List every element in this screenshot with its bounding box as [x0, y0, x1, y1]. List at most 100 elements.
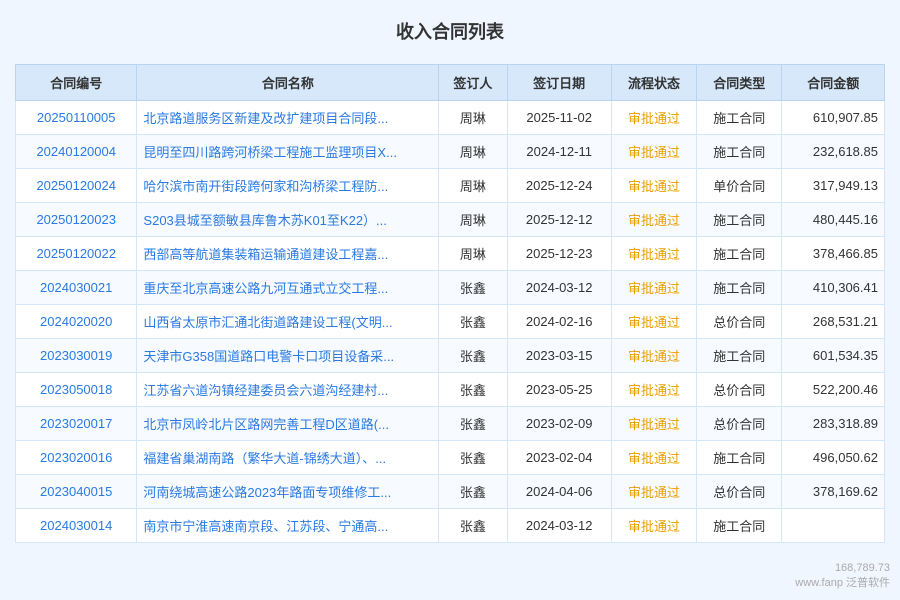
date-cell: 2024-12-11	[507, 135, 611, 169]
contract-id-cell[interactable]: 2023040015	[16, 475, 137, 509]
type-cell: 施工合同	[697, 271, 782, 305]
status-badge: 审批通过	[628, 281, 680, 296]
status-badge: 审批通过	[628, 315, 680, 330]
contract-id-cell[interactable]: 20250120023	[16, 203, 137, 237]
table-row: 20250120023S203县城至额敏县库鲁木苏K01至K22）...周琳20…	[16, 203, 885, 237]
amount-cell: 378,169.62	[782, 475, 885, 509]
contract-name-cell[interactable]: 北京市凤岭北片区路网完善工程D区道路(...	[137, 407, 439, 441]
status-cell: 审批通过	[611, 475, 696, 509]
amount-cell: 283,318.89	[782, 407, 885, 441]
contract-name-cell[interactable]: 哈尔滨市南开街段跨何家和沟桥梁工程防...	[137, 169, 439, 203]
contract-id-cell[interactable]: 2023020017	[16, 407, 137, 441]
signer-cell: 周琳	[439, 169, 507, 203]
status-badge: 审批通过	[628, 145, 680, 160]
amount-cell: 522,200.46	[782, 373, 885, 407]
date-cell: 2024-03-12	[507, 509, 611, 543]
amount-cell	[782, 509, 885, 543]
contract-name-cell[interactable]: 北京路道服务区新建及改扩建项目合同段...	[137, 101, 439, 135]
contract-id-cell[interactable]: 20250120024	[16, 169, 137, 203]
contract-id-cell[interactable]: 2023030019	[16, 339, 137, 373]
signer-cell: 周琳	[439, 203, 507, 237]
date-cell: 2023-03-15	[507, 339, 611, 373]
contract-name-cell[interactable]: 天津市G358国道路口电警卡口项目设备采...	[137, 339, 439, 373]
table-row: 20250120024哈尔滨市南开街段跨何家和沟桥梁工程防...周琳2025-1…	[16, 169, 885, 203]
signer-cell: 周琳	[439, 135, 507, 169]
signer-cell: 张鑫	[439, 339, 507, 373]
status-badge: 审批通过	[628, 349, 680, 364]
type-cell: 单价合同	[697, 169, 782, 203]
contract-id-cell[interactable]: 20240120004	[16, 135, 137, 169]
status-badge: 审批通过	[628, 417, 680, 432]
col-header-id: 合同编号	[16, 65, 137, 101]
date-cell: 2025-11-02	[507, 101, 611, 135]
amount-cell: 317,949.13	[782, 169, 885, 203]
table-row: 2023020017北京市凤岭北片区路网完善工程D区道路(...张鑫2023-0…	[16, 407, 885, 441]
status-cell: 审批通过	[611, 373, 696, 407]
amount-cell: 480,445.16	[782, 203, 885, 237]
signer-cell: 张鑫	[439, 271, 507, 305]
type-cell: 总价合同	[697, 407, 782, 441]
contract-name-cell[interactable]: S203县城至额敏县库鲁木苏K01至K22）...	[137, 203, 439, 237]
status-cell: 审批通过	[611, 441, 696, 475]
signer-cell: 周琳	[439, 237, 507, 271]
table-row: 2023020016福建省巢湖南路（繁华大道-锦绣大道）、...张鑫2023-0…	[16, 441, 885, 475]
table-row: 20250120022西部高等航道集装箱运输通道建设工程嘉...周琳2025-1…	[16, 237, 885, 271]
contract-id-cell[interactable]: 2024030021	[16, 271, 137, 305]
amount-cell: 232,618.85	[782, 135, 885, 169]
contract-name-cell[interactable]: 南京市宁淮高速南京段、江苏段、宁通高...	[137, 509, 439, 543]
contract-name-cell[interactable]: 河南绕城高速公路2023年路面专项维修工...	[137, 475, 439, 509]
table-row: 2024020020山西省太原市汇通北街道路建设工程(文明...张鑫2024-0…	[16, 305, 885, 339]
page-container: 收入合同列表 合同编号 合同名称 签订人 签订日期 流程状态 合同类型 合同金额…	[0, 0, 900, 600]
type-cell: 施工合同	[697, 135, 782, 169]
status-badge: 审批通过	[628, 111, 680, 126]
contract-id-cell[interactable]: 2024030014	[16, 509, 137, 543]
date-cell: 2025-12-23	[507, 237, 611, 271]
status-badge: 审批通过	[628, 213, 680, 228]
status-badge: 审批通过	[628, 519, 680, 534]
signer-cell: 张鑫	[439, 407, 507, 441]
status-badge: 审批通过	[628, 451, 680, 466]
contract-name-cell[interactable]: 昆明至四川路跨河桥梁工程施工监理项目X...	[137, 135, 439, 169]
contract-name-cell[interactable]: 重庆至北京高速公路九河互通式立交工程...	[137, 271, 439, 305]
type-cell: 施工合同	[697, 203, 782, 237]
table-row: 20250110005北京路道服务区新建及改扩建项目合同段...周琳2025-1…	[16, 101, 885, 135]
contract-name-cell[interactable]: 西部高等航道集装箱运输通道建设工程嘉...	[137, 237, 439, 271]
signer-cell: 张鑫	[439, 509, 507, 543]
col-header-amount: 合同金额	[782, 65, 885, 101]
contract-name-cell[interactable]: 福建省巢湖南路（繁华大道-锦绣大道）、...	[137, 441, 439, 475]
col-header-name: 合同名称	[137, 65, 439, 101]
contract-name-cell[interactable]: 山西省太原市汇通北街道路建设工程(文明...	[137, 305, 439, 339]
status-cell: 审批通过	[611, 169, 696, 203]
status-cell: 审批通过	[611, 101, 696, 135]
contract-id-cell[interactable]: 2023050018	[16, 373, 137, 407]
contract-id-cell[interactable]: 20250120022	[16, 237, 137, 271]
signer-cell: 周琳	[439, 101, 507, 135]
type-cell: 总价合同	[697, 305, 782, 339]
status-badge: 审批通过	[628, 485, 680, 500]
status-cell: 审批通过	[611, 135, 696, 169]
page-title: 收入合同列表	[15, 10, 885, 52]
contract-id-cell[interactable]: 20250110005	[16, 101, 137, 135]
contracts-table: 合同编号 合同名称 签订人 签订日期 流程状态 合同类型 合同金额 202501…	[15, 64, 885, 543]
status-cell: 审批通过	[611, 271, 696, 305]
contract-id-cell[interactable]: 2024020020	[16, 305, 137, 339]
status-cell: 审批通过	[611, 305, 696, 339]
table-row: 2023050018江苏省六道沟镇经建委员会六道沟经建村...张鑫2023-05…	[16, 373, 885, 407]
col-header-status: 流程状态	[611, 65, 696, 101]
signer-cell: 张鑫	[439, 305, 507, 339]
date-cell: 2024-04-06	[507, 475, 611, 509]
watermark: 168,789.73 www.fanp 泛普软件	[795, 562, 890, 590]
table-row: 2023040015河南绕城高速公路2023年路面专项维修工...张鑫2024-…	[16, 475, 885, 509]
col-header-signer: 签订人	[439, 65, 507, 101]
type-cell: 施工合同	[697, 237, 782, 271]
signer-cell: 张鑫	[439, 373, 507, 407]
watermark-brand: www.fanp 泛普软件	[795, 574, 890, 590]
date-cell: 2024-03-12	[507, 271, 611, 305]
amount-cell: 410,306.41	[782, 271, 885, 305]
table-row: 2024030014南京市宁淮高速南京段、江苏段、宁通高...张鑫2024-03…	[16, 509, 885, 543]
contract-id-cell[interactable]: 2023020016	[16, 441, 137, 475]
amount-cell: 496,050.62	[782, 441, 885, 475]
contract-name-cell[interactable]: 江苏省六道沟镇经建委员会六道沟经建村...	[137, 373, 439, 407]
type-cell: 总价合同	[697, 475, 782, 509]
type-cell: 施工合同	[697, 339, 782, 373]
